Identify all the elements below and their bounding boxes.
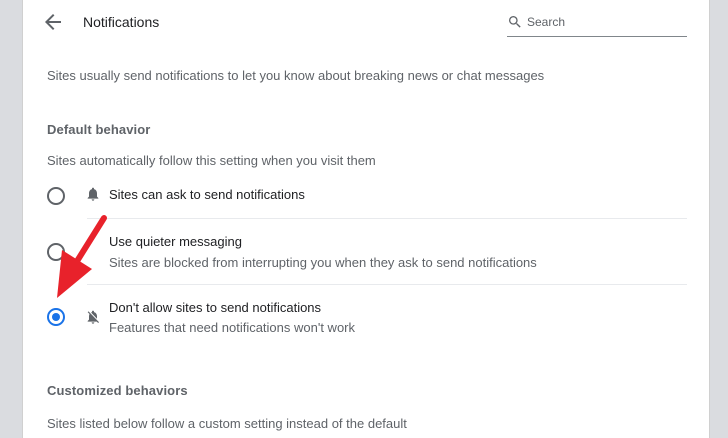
radio-block-notifications[interactable]: [47, 308, 65, 326]
bell-icon: [87, 187, 99, 201]
page-title: Notifications: [83, 14, 160, 30]
option-sublabel: Features that need notifications won't w…: [109, 320, 356, 335]
option-label: Sites can ask to send notifications: [109, 187, 305, 202]
radio-allow-ask[interactable]: [47, 187, 65, 205]
row-divider: [87, 218, 687, 219]
option-quieter-messaging[interactable]: Use quieter messaging Sites are blocked …: [23, 226, 709, 274]
row-divider: [87, 284, 687, 285]
option-sublabel: Sites are blocked from interrupting you …: [109, 255, 537, 270]
settings-card: Notifications Sites usually send notific…: [22, 0, 710, 438]
option-label: Use quieter messaging: [109, 234, 242, 249]
search-box[interactable]: [507, 12, 687, 37]
back-button[interactable]: [41, 10, 65, 34]
search-input[interactable]: [527, 12, 683, 32]
option-allow-ask[interactable]: Sites can ask to send notifications: [23, 178, 709, 216]
page-header: Notifications: [23, 0, 709, 46]
option-block-notifications[interactable]: Don't allow sites to send notifications …: [23, 292, 709, 340]
option-label: Don't allow sites to send notifications: [109, 300, 322, 315]
customized-behaviors-description: Sites listed below follow a custom setti…: [47, 416, 407, 431]
default-behavior-title: Default behavior: [47, 122, 151, 137]
bell-off-icon: [87, 310, 99, 324]
search-icon: [509, 16, 521, 28]
radio-quieter-messaging[interactable]: [47, 243, 65, 261]
customized-behaviors-title: Customized behaviors: [47, 383, 188, 398]
intro-text: Sites usually send notifications to let …: [47, 68, 545, 83]
default-behavior-description: Sites automatically follow this setting …: [47, 153, 376, 168]
arrow-back-icon: [45, 14, 61, 30]
